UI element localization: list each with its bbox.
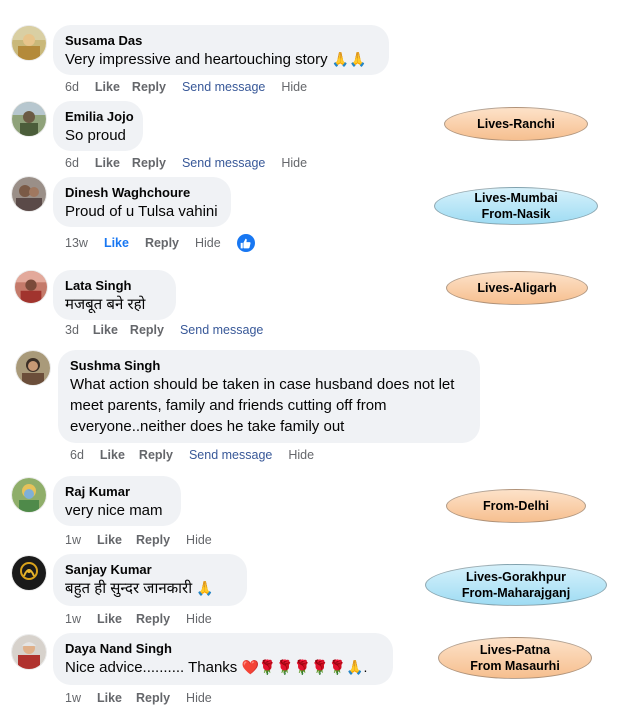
tag-line: From-Delhi <box>483 499 549 513</box>
reply-button[interactable]: Reply <box>145 236 179 250</box>
comment-bubble: Dinesh Waghchoure Proud of u Tulsa vahin… <box>53 177 231 227</box>
comment-text: very nice mam <box>65 502 163 519</box>
tag-line: Lives-Gorakhpur <box>465 570 567 584</box>
comment-author[interactable]: Lata Singh <box>65 277 164 294</box>
hide-button[interactable]: Hide <box>195 236 221 250</box>
reply-button[interactable]: Reply <box>136 691 170 705</box>
send-message-button[interactable]: Send message <box>180 323 263 337</box>
comment-time[interactable]: 1w <box>65 612 81 626</box>
hide-button[interactable]: Hide <box>288 448 314 462</box>
comment-bubble: Emilia Jojo So proud <box>53 101 143 151</box>
comment-actions: 6d Like Reply Send message Hide <box>65 78 307 96</box>
location-tag: Lives-Aligarh <box>446 271 588 305</box>
reply-button[interactable]: Reply <box>132 156 166 170</box>
comment-time[interactable]: 6d <box>65 80 79 94</box>
comment-time[interactable]: 3d <box>65 323 79 337</box>
avatar[interactable] <box>12 635 46 669</box>
comment-author[interactable]: Daya Nand Singh <box>65 640 381 657</box>
hide-button[interactable]: Hide <box>186 691 212 705</box>
like-button[interactable]: Like <box>104 236 129 250</box>
avatar[interactable] <box>12 556 46 590</box>
location-tag: Lives-Gorakhpur From-Maharajganj <box>425 564 607 606</box>
comment-bubble: Sushma Singh What action should be taken… <box>58 350 480 443</box>
avatar[interactable] <box>12 177 46 211</box>
reply-button[interactable]: Reply <box>136 612 170 626</box>
avatar[interactable] <box>16 351 50 385</box>
avatar[interactable] <box>12 478 46 512</box>
send-message-button[interactable]: Send message <box>182 80 265 94</box>
hide-button[interactable]: Hide <box>281 80 307 94</box>
tag-line: Lives-Ranchi <box>477 117 555 131</box>
tag-line: Lives-Patna <box>479 643 551 657</box>
comment-emojis: 🙏 <box>196 580 214 596</box>
like-button[interactable]: Like <box>95 156 120 170</box>
comment-text: Proud of u Tulsa vahini <box>65 203 218 220</box>
reply-button[interactable]: Reply <box>136 533 170 547</box>
comment-bubble: Lata Singh मजबूत बने रहो <box>53 270 176 320</box>
tag-line: From-Nasik <box>481 207 551 221</box>
location-tag: Lives-Ranchi <box>444 107 588 141</box>
comment-actions: 6d Like Reply Send message Hide <box>65 154 307 172</box>
comment-time[interactable]: 1w <box>65 533 81 547</box>
tag-line: Lives-Mumbai <box>474 191 558 205</box>
comment-actions: 1w Like Reply Hide <box>65 689 212 707</box>
like-button[interactable]: Like <box>97 612 122 626</box>
comment-time[interactable]: 6d <box>70 448 84 462</box>
comment-emojis: 🙏🙏 <box>331 51 367 67</box>
avatar[interactable] <box>12 26 46 60</box>
comment-time[interactable]: 1w <box>65 691 81 705</box>
thumbs-up-icon[interactable] <box>236 234 255 252</box>
comment-text: Very impressive and heartouching story 🙏… <box>65 51 367 68</box>
location-tag: Lives-Mumbai From-Nasik <box>434 187 598 225</box>
comment-text: What action should be taken in case husb… <box>70 376 455 435</box>
like-button[interactable]: Like <box>93 323 118 337</box>
hide-button[interactable]: Hide <box>281 156 307 170</box>
comment-actions: 1w Like Reply Hide <box>65 531 212 549</box>
comment-bubble: Sanjay Kumar बहुत ही सुन्दर जानकारी 🙏 <box>53 554 247 606</box>
hide-button[interactable]: Hide <box>186 533 212 547</box>
like-button[interactable]: Like <box>95 80 120 94</box>
location-tag: Lives-Patna From Masaurhi <box>438 637 592 679</box>
comment-author[interactable]: Sanjay Kumar <box>65 561 235 578</box>
comment-time[interactable]: 6d <box>65 156 79 170</box>
like-button[interactable]: Like <box>100 448 125 462</box>
tag-line: From-Maharajganj <box>461 586 571 600</box>
comment-bubble: Daya Nand Singh Nice advice.......... Th… <box>53 633 393 685</box>
tag-line: Lives-Aligarh <box>477 281 557 295</box>
reply-button[interactable]: Reply <box>139 448 173 462</box>
comment-author[interactable]: Susama Das <box>65 32 377 49</box>
comment-actions: 13w Like Reply Hide <box>65 234 255 252</box>
comment-bubble: Susama Das Very impressive and heartouch… <box>53 25 389 75</box>
comment-author[interactable]: Raj Kumar <box>65 483 169 500</box>
reply-button[interactable]: Reply <box>132 80 166 94</box>
comment-text: मजबूत बने रहो <box>65 296 146 313</box>
comment-author[interactable]: Dinesh Waghchoure <box>65 184 219 201</box>
comment-actions: 3d Like Reply Send message <box>65 321 263 339</box>
comment-actions: 1w Like Reply Hide <box>65 610 212 628</box>
like-button[interactable]: Like <box>97 691 122 705</box>
reply-button[interactable]: Reply <box>130 323 164 337</box>
avatar[interactable] <box>15 271 47 303</box>
comment-author[interactable]: Sushma Singh <box>70 357 468 374</box>
avatar[interactable] <box>12 102 46 136</box>
comment-emojis: ❤️🌹🌹🌹🌹🌹🙏. <box>241 659 368 675</box>
like-button[interactable]: Like <box>97 533 122 547</box>
location-tag: From-Delhi <box>446 489 586 523</box>
comment-author[interactable]: Emilia Jojo <box>65 108 134 125</box>
comment-time[interactable]: 13w <box>65 236 88 250</box>
comment-actions: 6d Like Reply Send message Hide <box>70 446 314 464</box>
comment-bubble: Raj Kumar very nice mam <box>53 476 181 526</box>
send-message-button[interactable]: Send message <box>182 156 265 170</box>
comment-text: बहुत ही सुन्दर जानकारी 🙏 <box>65 580 214 597</box>
send-message-button[interactable]: Send message <box>189 448 272 462</box>
comment-text: Nice advice.......... Thanks ❤️🌹🌹🌹🌹🌹🙏. <box>65 659 368 676</box>
hide-button[interactable]: Hide <box>186 612 212 626</box>
tag-line: From Masaurhi <box>470 659 560 673</box>
comment-text: So proud <box>65 127 126 144</box>
